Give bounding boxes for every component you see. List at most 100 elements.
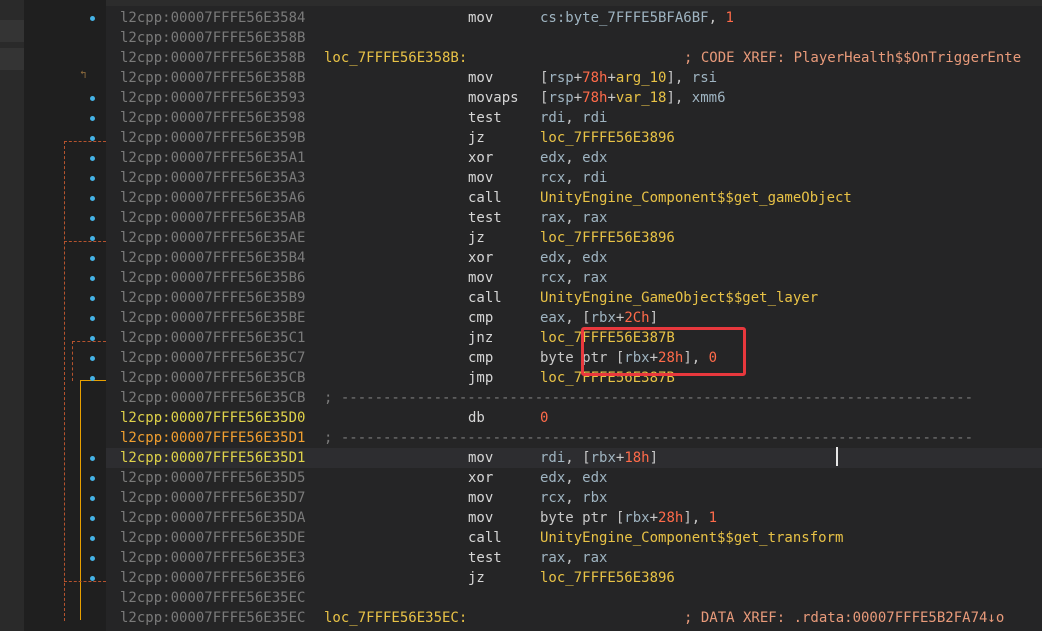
disasm-line[interactable]: l2cpp:00007FFFE56E35A1 xor edx, edx: [106, 148, 1042, 168]
instruction-operands[interactable]: loc_7FFFE56E3896: [540, 228, 675, 248]
breakpoint-dot-icon[interactable]: [90, 216, 95, 221]
breakpoint-dot-icon[interactable]: [90, 176, 95, 181]
breakpoint-dot-icon[interactable]: [90, 256, 95, 261]
breakpoint-dot-icon[interactable]: [90, 16, 95, 21]
breakpoint-dot-icon[interactable]: [90, 556, 95, 561]
disasm-line[interactable]: l2cpp:00007FFFE56E35D0 db 0: [106, 408, 1042, 428]
disasm-line[interactable]: l2cpp:00007FFFE56E358B: [106, 28, 1042, 48]
disasm-line[interactable]: l2cpp:00007FFFE56E35EC: [106, 588, 1042, 608]
disasm-line[interactable]: l2cpp:00007FFFE56E35B4 xor edx, edx: [106, 248, 1042, 268]
breakpoint-dot-icon[interactable]: [90, 116, 95, 121]
disasm-line[interactable]: l2cpp:00007FFFE56E35C7 cmp byte ptr [rbx+2…: [106, 348, 1042, 368]
breakpoint-dot-icon[interactable]: [90, 376, 95, 381]
disasm-line[interactable]: l2cpp:00007FFFE56E35AE jz loc_7FFFE56E3896: [106, 228, 1042, 248]
address-value: 00007FFFE56E35D5: [170, 470, 306, 486]
instruction-operands[interactable]: UnityEngine_Component$$get_gameObject: [540, 188, 852, 208]
disasm-line[interactable]: l2cpp:00007FFFE56E35DA mov byte ptr [rbx+2…: [106, 508, 1042, 528]
disasm-line[interactable]: l2cpp:00007FFFE56E35B9 call UnityEngine_Ga…: [106, 288, 1042, 308]
disasm-line[interactable]: l2cpp:00007FFFE56E35B6 mov rcx, rax: [106, 268, 1042, 288]
disasm-line[interactable]: l2cpp:00007FFFE56E35D1 ; ----------------…: [106, 428, 1042, 448]
disasm-line[interactable]: l2cpp:00007FFFE56E358B loc_7FFFE56E358B:;…: [106, 48, 1042, 68]
segment-name: l2cpp:: [120, 290, 171, 306]
breakpoint-dot-icon[interactable]: [90, 456, 95, 461]
segment-name: l2cpp:: [120, 170, 171, 186]
breakpoint-dot-icon[interactable]: [90, 296, 95, 301]
instruction-operands[interactable]: edx, edx: [540, 468, 607, 488]
instruction-operands[interactable]: byte ptr [rbx+28h], 1: [540, 508, 717, 528]
disasm-line[interactable]: l2cpp:00007FFFE56E35A6 call UnityEngine_Co…: [106, 188, 1042, 208]
disasm-line[interactable]: l2cpp:00007FFFE56E35E6 jz loc_7FFFE56E3896: [106, 568, 1042, 588]
disasm-line[interactable]: l2cpp:00007FFFE56E35D5 xor edx, edx: [106, 468, 1042, 488]
instruction-operands[interactable]: cs:byte_7FFFE5BFA6BF, 1: [540, 8, 734, 28]
breakpoint-dot-icon[interactable]: [90, 496, 95, 501]
disasm-line[interactable]: l2cpp:00007FFFE56E35DE call UnityEngine_Co…: [106, 528, 1042, 548]
instruction-operands[interactable]: 0: [540, 408, 548, 428]
line-address: l2cpp:00007FFFE56E35AE: [120, 228, 305, 248]
line-address: l2cpp:00007FFFE56E35D0: [120, 408, 305, 428]
disasm-line[interactable]: l2cpp:00007FFFE56E35D1 mov rdi, [rbx+18h]: [106, 448, 1042, 468]
disasm-line[interactable]: l2cpp:00007FFFE56E3584 mov cs:byte_7FFFE5B…: [106, 8, 1042, 28]
breakpoint-dot-icon[interactable]: [90, 476, 95, 481]
operand-token: ],: [666, 90, 692, 106]
disasm-line[interactable]: l2cpp:00007FFFE56E35AB test rax, rax: [106, 208, 1042, 228]
instruction-operands[interactable]: loc_7FFFE56E3896: [540, 568, 675, 588]
instruction-operands[interactable]: edx, edx: [540, 148, 607, 168]
segment-name: l2cpp:: [120, 490, 171, 506]
xref-comment[interactable]: ; DATA XREF: .rdata:00007FFFE5B2FA74↓o: [684, 608, 1004, 628]
instruction-operands[interactable]: rax, rax: [540, 208, 607, 228]
instruction-mnemonic: mov: [468, 450, 494, 466]
disasm-line[interactable]: l2cpp:00007FFFE56E3593 movaps [rsp+78h+var…: [106, 88, 1042, 108]
segment-name: l2cpp:: [120, 110, 171, 126]
instruction-operands[interactable]: eax, [rbx+2Ch]: [540, 308, 658, 328]
instruction-operands[interactable]: UnityEngine_Component$$get_transform: [540, 528, 843, 548]
operand-token: rax: [540, 550, 566, 566]
breakpoint-dot-icon[interactable]: [90, 536, 95, 541]
operand-token: rsp: [548, 70, 574, 86]
instruction-operands[interactable]: [rsp+78h+arg_10], rsi: [540, 68, 717, 88]
code-label[interactable]: loc_7FFFE56E358B:: [324, 48, 467, 68]
disasm-line[interactable]: l2cpp:00007FFFE56E35D7 mov rcx, rbx: [106, 488, 1042, 508]
line-address: l2cpp:00007FFFE56E35C7: [120, 348, 305, 368]
operand-token: rsp: [548, 90, 574, 106]
breakpoint-dot-icon[interactable]: [90, 236, 95, 241]
breakpoint-dot-icon[interactable]: [90, 576, 95, 581]
disasm-line[interactable]: l2cpp:00007FFFE56E35EC loc_7FFFE56E35EC:;…: [106, 608, 1042, 628]
instruction-operands[interactable]: rcx, rbx: [540, 488, 607, 508]
segment-name: l2cpp:: [120, 390, 171, 406]
instruction-operands[interactable]: rcx, rax: [540, 268, 607, 288]
instruction-operands[interactable]: rdi, [rbx+18h]: [540, 448, 658, 468]
instruction-operands[interactable]: [rsp+78h+var_18], xmm6: [540, 88, 726, 108]
line-address: l2cpp:00007FFFE56E358B: [120, 68, 305, 88]
segment-name: l2cpp:: [120, 450, 171, 466]
xref-comment[interactable]: ; CODE XREF: PlayerHealth$$OnTriggerEnte: [684, 48, 1021, 68]
code-label[interactable]: loc_7FFFE56E35EC:: [324, 608, 467, 628]
breakpoint-dot-icon[interactable]: [90, 96, 95, 101]
operand-token: rbx: [590, 450, 616, 466]
disasm-line[interactable]: l2cpp:00007FFFE56E359B jz loc_7FFFE56E3896: [106, 128, 1042, 148]
disasm-line[interactable]: l2cpp:00007FFFE56E35CB ; ----------------…: [106, 388, 1042, 408]
breakpoint-dot-icon[interactable]: [90, 196, 95, 201]
breakpoint-dot-icon[interactable]: [90, 356, 95, 361]
breakpoint-dot-icon[interactable]: [90, 136, 95, 141]
breakpoint-dot-icon[interactable]: [90, 316, 95, 321]
breakpoint-dot-icon[interactable]: [90, 156, 95, 161]
address-value: 00007FFFE56E35A1: [170, 150, 306, 166]
disasm-line[interactable]: l2cpp:00007FFFE56E35BE cmp eax, [rbx+2Ch]: [106, 308, 1042, 328]
instruction-operands[interactable]: loc_7FFFE56E3896: [540, 128, 675, 148]
disasm-line[interactable]: l2cpp:00007FFFE56E35C1 jnz loc_7FFFE56E387…: [106, 328, 1042, 348]
disasm-line[interactable]: l2cpp:00007FFFE56E35A3 mov rcx, rdi: [106, 168, 1042, 188]
disasm-line[interactable]: l2cpp:00007FFFE56E358B mov [rsp+78h+arg_10…: [106, 68, 1042, 88]
disasm-line[interactable]: l2cpp:00007FFFE56E35E3 test rax, rax: [106, 548, 1042, 568]
instruction-operands[interactable]: rdi, rdi: [540, 108, 607, 128]
instruction-operands[interactable]: rax, rax: [540, 548, 607, 568]
operand-token: rsi: [691, 70, 718, 86]
instruction-operands[interactable]: UnityEngine_GameObject$$get_layer: [540, 288, 818, 308]
operand-token: ,: [565, 250, 583, 266]
disasm-line[interactable]: l2cpp:00007FFFE56E35CB jmp loc_7FFFE56E387…: [106, 368, 1042, 388]
breakpoint-dot-icon[interactable]: [90, 336, 95, 341]
breakpoint-dot-icon[interactable]: [90, 276, 95, 281]
breakpoint-dot-icon[interactable]: [90, 516, 95, 521]
instruction-operands[interactable]: rcx, rdi: [540, 168, 607, 188]
instruction-operands[interactable]: edx, edx: [540, 248, 607, 268]
disasm-line[interactable]: l2cpp:00007FFFE56E3598 test rdi, rdi: [106, 108, 1042, 128]
